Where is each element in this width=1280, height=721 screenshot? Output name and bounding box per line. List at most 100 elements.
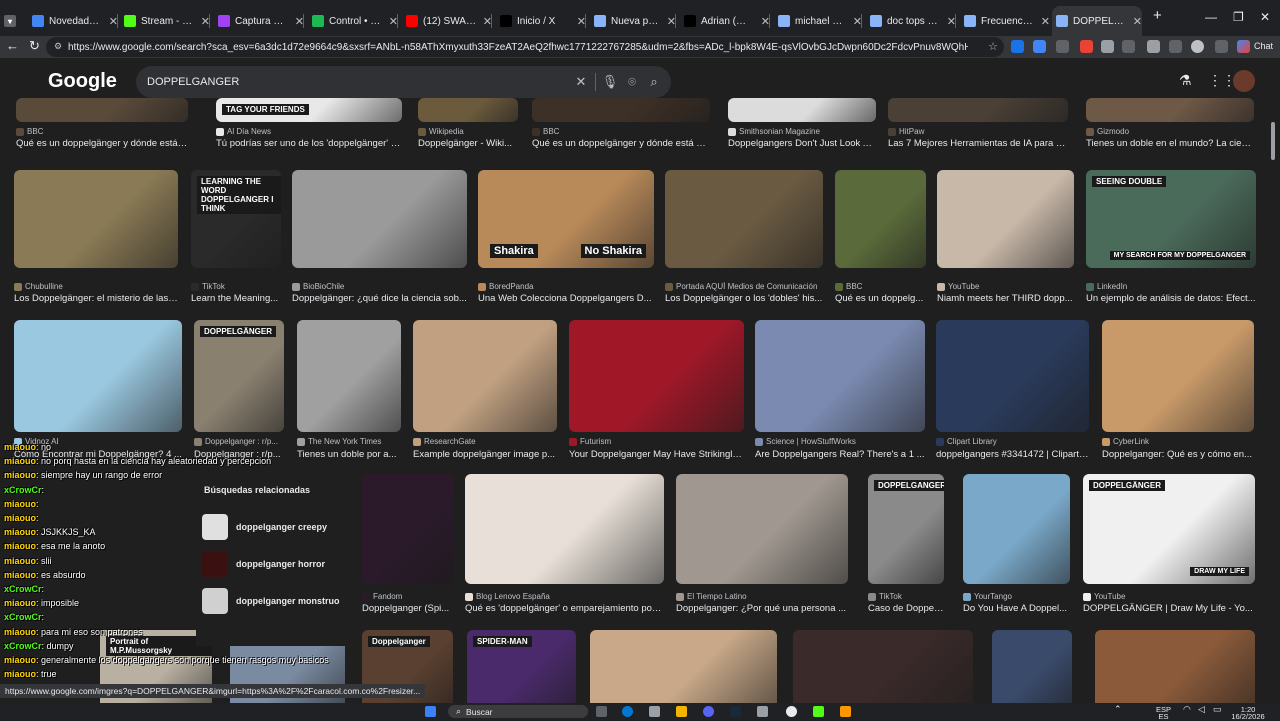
result-source[interactable]: Gizmodo (1086, 127, 1254, 136)
result-caption[interactable]: Una Web Colecciona Doppelgangers D... (478, 293, 654, 304)
result-source[interactable]: BBC (16, 127, 188, 136)
result-caption[interactable]: Qué es 'doppelgänger' o emparejamiento p… (465, 603, 664, 614)
result-caption[interactable]: Doppelganger (Spi... (362, 603, 453, 614)
result-source[interactable]: YourTango (963, 592, 1070, 601)
result-source[interactable]: BBC (532, 127, 710, 136)
minimize-button[interactable]: — (1205, 10, 1217, 24)
profile-avatar[interactable] (1191, 40, 1204, 53)
result-caption[interactable]: Tienes un doble en el mundo? La cien... (1086, 138, 1254, 149)
back-button[interactable]: ← (6, 38, 19, 53)
result-caption[interactable]: Qué es un doppelgänger y dónde está el t… (532, 138, 710, 149)
image-thumbnail[interactable] (963, 474, 1070, 584)
result-source[interactable]: Smithsonian Magazine (728, 127, 876, 136)
image-thumbnail[interactable] (1102, 320, 1254, 432)
result-source[interactable]: Science | HowStuffWorks (755, 437, 925, 446)
extension-icon[interactable] (1080, 40, 1093, 53)
extension-icon[interactable] (1101, 40, 1114, 53)
image-thumbnail[interactable] (936, 320, 1089, 432)
browser-tab[interactable]: Nueva pestaña✕ (590, 6, 676, 36)
result-caption[interactable]: Los Doppelgänger o los 'dobles' his... (665, 293, 823, 304)
image-thumbnail[interactable] (937, 170, 1074, 268)
extension-icon[interactable] (1056, 40, 1069, 53)
image-thumbnail[interactable] (292, 170, 467, 268)
battery-icon[interactable]: ▭ (1213, 705, 1222, 714)
tab-close-icon[interactable]: ✕ (1041, 15, 1050, 28)
result-source[interactable]: YouTube (1083, 592, 1255, 601)
store-icon[interactable] (649, 706, 660, 717)
google-logo[interactable]: Google (48, 70, 117, 93)
result-caption[interactable]: Los Doppelgänger: el misterio de las ... (14, 293, 178, 304)
result-caption[interactable]: doppelgangers #3341472 | Clipart ... (936, 449, 1089, 460)
close-window-button[interactable]: ✕ (1260, 10, 1270, 24)
result-source[interactable]: BBC (835, 282, 926, 291)
image-thumbnail[interactable]: SEEING DOUBLE MY SEARCH FOR MY DOPPELGANG… (1086, 170, 1256, 268)
page-scrollbar[interactable] (1270, 120, 1276, 680)
result-caption[interactable]: Qué es un doppelgänger y dónde está el t… (16, 138, 188, 149)
discord-icon[interactable] (703, 706, 714, 717)
result-source[interactable]: Al Día News (216, 127, 402, 136)
result-source[interactable]: Blog Lenovo España (465, 592, 664, 601)
result-source[interactable]: TikTok (191, 282, 281, 291)
image-thumbnail[interactable] (992, 630, 1072, 703)
browser-tab[interactable]: Captura de pant✕ (214, 6, 304, 36)
browser-tab[interactable]: (12) SWAGGERB✕ (402, 6, 492, 36)
image-thumbnail[interactable]: Shakira No Shakira (478, 170, 654, 268)
result-caption[interactable]: Are Doppelgangers Real? There's a 1 ... (755, 449, 925, 460)
result-source[interactable]: LinkedIn (1086, 282, 1256, 291)
edge-icon[interactable] (622, 706, 633, 717)
result-caption[interactable]: Tienes un doble por a... (297, 449, 401, 460)
browser-tab[interactable]: Stream - Kick Da✕ (120, 6, 210, 36)
chrome-icon[interactable] (786, 706, 797, 717)
extension-icon[interactable] (1011, 40, 1024, 53)
result-caption[interactable]: Doppelganger: ¿Por qué una persona ... (676, 603, 848, 614)
result-source[interactable]: HitPaw (888, 127, 1068, 136)
language-indicator[interactable]: ESP ES (1156, 706, 1171, 721)
image-thumbnail[interactable] (835, 170, 926, 268)
image-thumbnail[interactable]: LEARNING THE WORD DOPPELGANGER I THINK (191, 170, 281, 268)
image-thumbnail[interactable] (793, 630, 973, 703)
browser-tab[interactable]: michael morales✕ (774, 6, 862, 36)
app-icon[interactable] (840, 706, 851, 717)
image-thumbnail[interactable] (728, 98, 876, 122)
image-thumbnail[interactable] (755, 320, 925, 432)
sidebar-icon[interactable] (1169, 40, 1182, 53)
volume-icon[interactable]: ◁ (1198, 705, 1205, 714)
extensions-puzzle-icon[interactable] (1122, 40, 1135, 53)
image-thumbnail[interactable] (413, 320, 557, 432)
result-caption[interactable]: Example doppelgänger image p... (413, 449, 557, 460)
result-caption[interactable]: Doppelgänger - Wiki... (418, 138, 518, 149)
result-caption[interactable]: Tú podrías ser uno de los 'doppelgänger'… (216, 138, 402, 149)
result-caption[interactable]: Learn the Meaning... (191, 293, 281, 304)
browser-tab[interactable]: Frecuencia Tierra ✕ (960, 6, 1050, 36)
clear-icon[interactable]: ✕ (570, 74, 592, 90)
tray-chevron-icon[interactable]: ⌃ (1114, 705, 1122, 714)
related-search-item[interactable]: doppelganger creepy (202, 513, 348, 541)
reload-button[interactable]: ↻ (29, 38, 40, 54)
image-thumbnail[interactable] (569, 320, 744, 432)
app-icon[interactable] (813, 706, 824, 717)
image-thumbnail[interactable] (14, 320, 182, 432)
result-caption[interactable]: Las 7 Mejores Herramientas de IA para En… (888, 138, 1068, 149)
image-thumbnail[interactable] (888, 98, 1068, 122)
labs-flask-icon[interactable]: ⚗ (1179, 72, 1192, 89)
task-view-icon[interactable] (596, 706, 607, 717)
account-avatar[interactable] (1233, 70, 1255, 92)
result-caption[interactable]: Un ejemplo de análisis de datos: Efect..… (1086, 293, 1256, 304)
image-thumbnail[interactable]: DOPPELGÄNGER DRAW MY LIFE (1083, 474, 1255, 584)
scrollbar-thumb[interactable] (1271, 122, 1275, 160)
result-caption[interactable]: DOPPELGÄNGER | Draw My Life - Yo... (1083, 603, 1255, 614)
search-box[interactable]: DOPPELGANGER ✕ 🎙 ⌾ ⌕ (136, 66, 671, 98)
microphone-icon[interactable]: 🎙 (599, 74, 621, 90)
result-source[interactable]: BioBioChile (292, 282, 467, 291)
result-source[interactable]: BoredPanda (478, 282, 654, 291)
tab-actions-button[interactable]: ▾ (4, 6, 22, 36)
app-icon[interactable] (757, 706, 768, 717)
image-thumbnail[interactable]: DOPPELGÄNGER (194, 320, 284, 432)
image-thumbnail[interactable]: SPIDER-MAN (467, 630, 576, 703)
result-caption[interactable]: Niamh meets her THIRD dopp... (937, 293, 1074, 304)
copilot-icon[interactable] (1237, 40, 1250, 53)
extension-icon[interactable] (1033, 40, 1046, 53)
image-thumbnail[interactable] (16, 98, 188, 122)
browser-tab[interactable]: Inicio / X ✕ (496, 6, 586, 36)
result-caption[interactable]: Doppelgänger: ¿qué dice la ciencia sob..… (292, 293, 467, 304)
